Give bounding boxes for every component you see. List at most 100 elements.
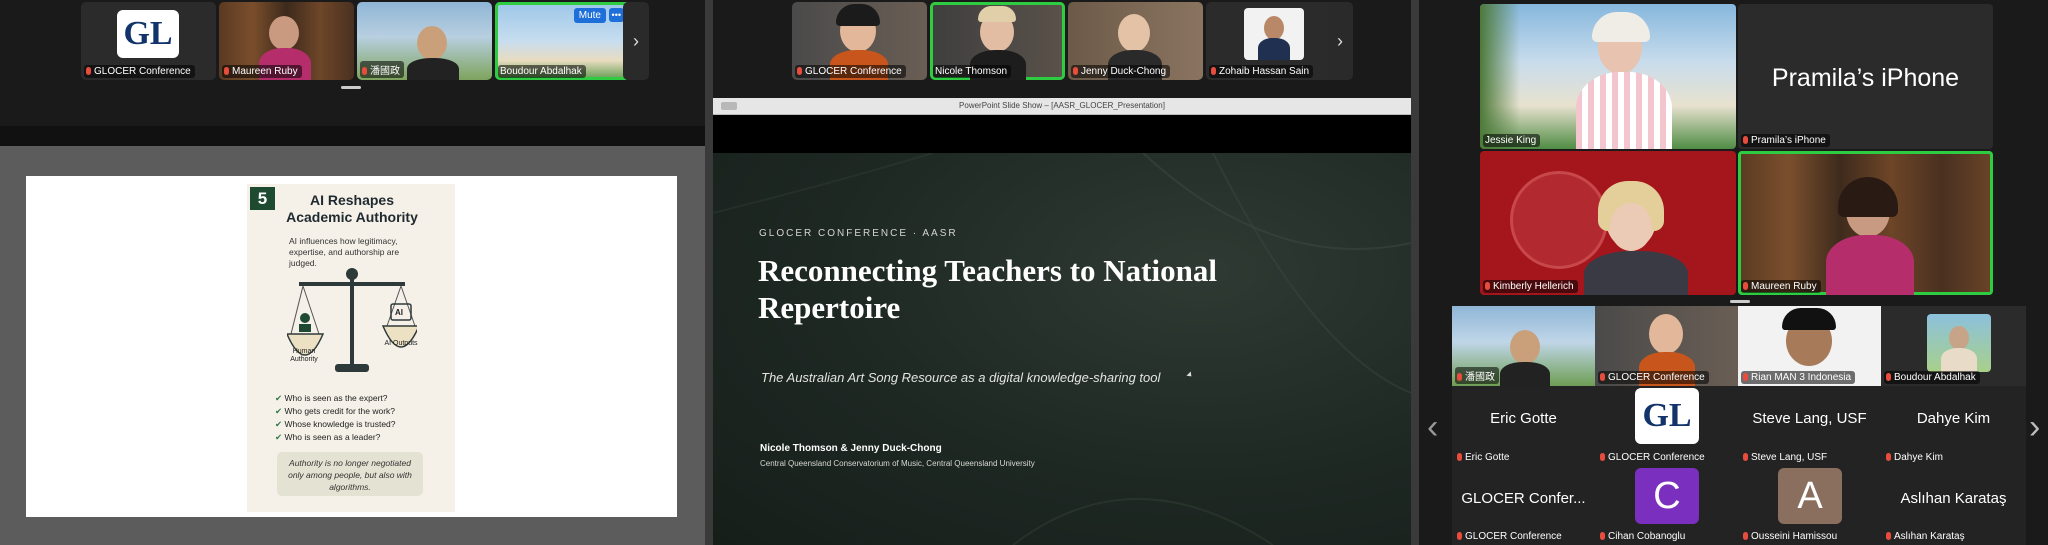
leaf-background bbox=[713, 153, 1411, 545]
next-page-button[interactable]: › bbox=[1327, 2, 1353, 80]
quote-box: Authority is no longer negotiated only a… bbox=[277, 452, 423, 496]
mute-button[interactable]: Mute bbox=[573, 8, 606, 23]
muted-mic-icon bbox=[1743, 453, 1748, 461]
resize-handle[interactable] bbox=[341, 86, 361, 89]
next-page-button[interactable]: › bbox=[2029, 408, 2040, 447]
participant-tile[interactable]: C Cihan Cobanoglu bbox=[1595, 466, 1738, 545]
avatar: A bbox=[1778, 468, 1842, 524]
slide-number-badge: 5 bbox=[250, 187, 275, 210]
checklist: ✔ Who is seen as the expert? ✔ Who gets … bbox=[275, 392, 396, 444]
participant-tile[interactable]: GL GLOCER Conference bbox=[1595, 386, 1738, 466]
person-video bbox=[1649, 314, 1683, 354]
muted-mic-icon bbox=[1073, 67, 1078, 75]
participant-tile[interactable]: GLOCER Conference bbox=[792, 2, 927, 80]
participant-tile[interactable]: 潘國政 bbox=[1452, 306, 1595, 386]
resize-handle[interactable] bbox=[1730, 300, 1750, 303]
avatar: C bbox=[1635, 468, 1699, 524]
muted-mic-icon bbox=[797, 67, 802, 75]
participant-tile-active[interactable]: Mute ••• Boudour Abdalhak bbox=[495, 2, 630, 80]
participant-tile[interactable]: GLOCER Confer... GLOCER Conference bbox=[1452, 466, 1595, 545]
muted-mic-icon bbox=[1457, 453, 1462, 461]
previous-page-button[interactable]: ‹ bbox=[1427, 408, 1438, 447]
participant-tile[interactable]: GL GLOCER Conference bbox=[81, 2, 216, 80]
participant-tile-active[interactable]: Maureen Ruby bbox=[1738, 151, 1993, 295]
muted-mic-icon bbox=[1886, 453, 1891, 461]
middle-zoom-window: GLOCER Conference Nicole Thomson Jenny D… bbox=[713, 0, 1411, 545]
participant-tile[interactable]: GLOCER Conference bbox=[1595, 306, 1738, 386]
participant-strip: GLOCER Conference Nicole Thomson Jenny D… bbox=[792, 2, 1341, 80]
person-body bbox=[407, 58, 459, 80]
more-options-button[interactable]: ••• bbox=[608, 8, 624, 22]
participant-tile[interactable]: Aslıhan Karataş Aslıhan Karataş bbox=[1881, 466, 2026, 545]
participant-tile[interactable]: Jenny Duck-Chong bbox=[1068, 2, 1203, 80]
infographic-subtitle: AI influences how legitimacy, expertise,… bbox=[289, 236, 400, 268]
checklist-item: ✔ Who is seen as a leader? bbox=[275, 432, 381, 442]
participant-name: GLOCER Conference bbox=[795, 65, 906, 78]
gallery-row: GLOCER Confer... GLOCER Conference C Cih… bbox=[1452, 466, 2026, 545]
person-hair bbox=[1838, 177, 1898, 217]
participant-tile-active[interactable]: Nicole Thomson bbox=[930, 2, 1065, 80]
muted-mic-icon bbox=[86, 67, 91, 75]
person-body bbox=[1500, 362, 1550, 386]
muted-mic-icon bbox=[1743, 373, 1748, 381]
gallery-row: Eric Gotte Eric Gotte GL GLOCER Conferen… bbox=[1452, 386, 2026, 466]
participant-name: Jenny Duck-Chong bbox=[1071, 65, 1171, 78]
participant-tile[interactable]: Steve Lang, USF Steve Lang, USF bbox=[1738, 386, 1881, 466]
shared-screen: 5 AI Reshapes Academic Authority AI infl… bbox=[26, 176, 677, 517]
participant-tile[interactable]: A Ousseini Hamissou bbox=[1738, 466, 1881, 545]
participant-tile[interactable]: Boudour Abdalhak bbox=[1881, 306, 2026, 386]
participant-tile[interactable]: 潘國政 bbox=[357, 2, 492, 80]
person-face bbox=[1610, 203, 1652, 251]
participant-tile[interactable]: Dahye Kim Dahye Kim bbox=[1881, 386, 2026, 466]
person-body bbox=[1826, 235, 1914, 295]
participant-tile[interactable]: Jessie King bbox=[1480, 4, 1736, 149]
participant-name: Jessie King bbox=[1483, 134, 1541, 147]
participant-tile[interactable]: Zohaib Hassan Sain bbox=[1206, 2, 1341, 80]
participant-name: Aslıhan Karataş bbox=[1884, 530, 1969, 543]
muted-mic-icon bbox=[1600, 453, 1605, 461]
presentation-slide: GLOCER CONFERENCE · AASR Reconnecting Te… bbox=[713, 153, 1411, 545]
panel-divider bbox=[705, 0, 713, 545]
participant-display-name: GLOCER Confer... bbox=[1461, 490, 1586, 507]
participant-tile[interactable]: Eric Gotte Eric Gotte bbox=[1452, 386, 1595, 466]
participant-display-name: Steve Lang, USF bbox=[1752, 410, 1867, 427]
person-video bbox=[417, 26, 447, 60]
slide-title: Reconnecting Teachers to National Repert… bbox=[758, 253, 1217, 325]
muted-mic-icon bbox=[1600, 373, 1605, 381]
profile-photo bbox=[1927, 314, 1991, 372]
participant-name: Boudour Abdalhak bbox=[498, 65, 586, 78]
participant-name: GLOCER Conference bbox=[1598, 451, 1709, 464]
participant-name: 潘國政 bbox=[1455, 367, 1499, 384]
participant-tile[interactable]: Pramila’s iPhone Pramila’s iPhone bbox=[1738, 4, 1993, 149]
participant-name: Pramila’s iPhone bbox=[1741, 134, 1830, 147]
slide-kicker: GLOCER CONFERENCE · AASR bbox=[759, 228, 958, 239]
person-video bbox=[1510, 330, 1540, 364]
muted-mic-icon bbox=[1886, 373, 1891, 381]
infographic-title: AI Reshapes Academic Authority bbox=[286, 192, 418, 225]
gallery-grid: Jessie King Pramila’s iPhone Pramila’s i… bbox=[1480, 4, 1993, 295]
participant-name: Ousseini Hamissou bbox=[1741, 530, 1841, 543]
participant-name: Boudour Abdalhak bbox=[1884, 371, 1980, 384]
person-hair bbox=[1782, 308, 1836, 330]
infographic: 5 AI Reshapes Academic Authority AI infl… bbox=[247, 184, 455, 512]
person-body bbox=[1576, 72, 1672, 149]
separator-bar bbox=[0, 126, 705, 146]
checklist-item: ✔ Who gets credit for the work? bbox=[275, 406, 396, 416]
person-hair bbox=[1592, 12, 1650, 42]
participant-name: GLOCER Conference bbox=[1455, 530, 1566, 543]
glocer-logo: GL bbox=[1635, 388, 1699, 444]
participant-tile[interactable]: Rian MAN 3 Indonesia bbox=[1738, 306, 1881, 386]
muted-mic-icon bbox=[1743, 282, 1748, 290]
slide-subtitle: The Australian Art Song Resource as a di… bbox=[761, 370, 1161, 385]
muted-mic-icon bbox=[1886, 532, 1891, 540]
university-seal bbox=[1510, 171, 1608, 269]
participant-name: Rian MAN 3 Indonesia bbox=[1741, 371, 1856, 384]
participant-display-name: Pramila’s iPhone bbox=[1771, 64, 1960, 92]
person-hair bbox=[836, 4, 880, 26]
thumbnail-gallery: 潘國政 GLOCER Conference Rian MAN 3 Indones… bbox=[1452, 306, 2026, 545]
slide-affiliation: Central Queensland Conservatorium of Mus… bbox=[760, 459, 1035, 468]
participant-tile[interactable]: Maureen Ruby bbox=[219, 2, 354, 80]
participant-tile[interactable]: Kimberly Hellerich bbox=[1480, 151, 1736, 295]
next-page-button[interactable]: › bbox=[623, 2, 649, 80]
participant-name: Zohaib Hassan Sain bbox=[1209, 65, 1314, 78]
